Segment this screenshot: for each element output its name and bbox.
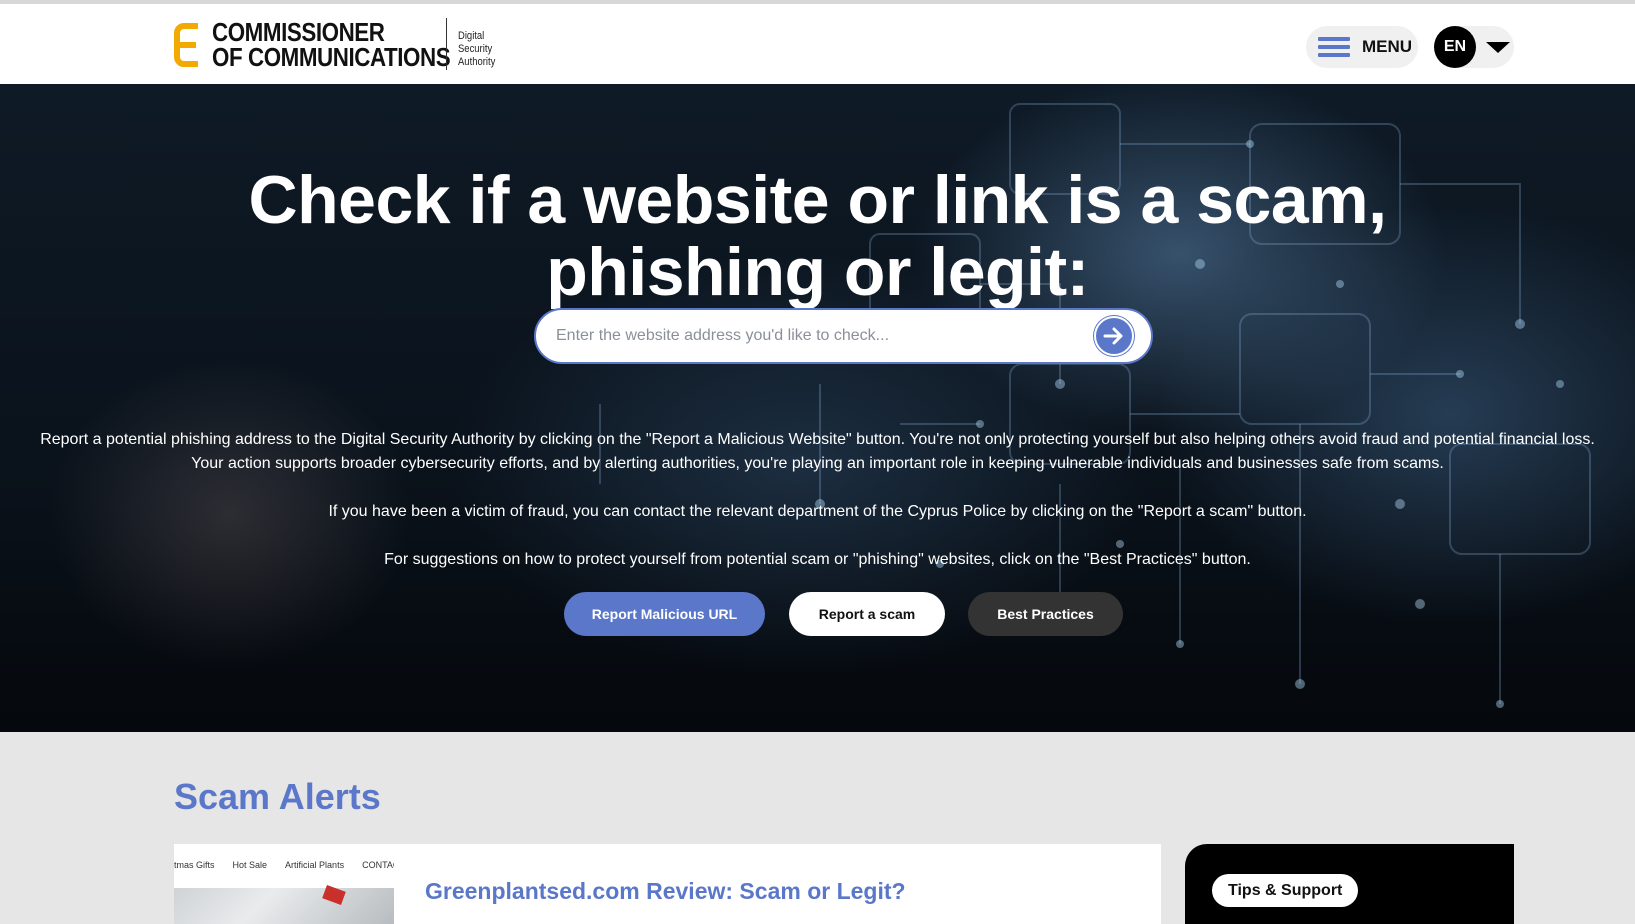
hero-title-line-2: phishing or legit: (546, 234, 1089, 310)
scam-alert-card[interactable]: tmas Gifts Hot Sale Artificial Plants CO… (174, 844, 1161, 924)
logo-sub-3: Authority (458, 56, 496, 68)
site-logo[interactable]: COMMISSIONER OF COMMUNICATIONS (174, 19, 489, 72)
menu-label: MENU (1362, 37, 1413, 56)
thumb-nav-item: Artificial Plants (285, 860, 345, 870)
hero-title-line-1: Check if a website or link is a scam, (248, 162, 1388, 238)
thumb-nav-item: CONTACT (362, 860, 394, 870)
report-paragraph: Report a potential phishing address to t… (0, 428, 1635, 476)
thumbnail-image (174, 888, 394, 924)
logo-sub-1: Digital (458, 30, 485, 42)
thumbnail-nav: tmas Gifts Hot Sale Artificial Plants CO… (174, 860, 394, 870)
menu-button[interactable]: MENU (1306, 26, 1418, 68)
submit-arrow-button[interactable] (1094, 316, 1134, 356)
logo-divider (446, 18, 447, 70)
hero-title: Check if a website or link is a scam, ph… (0, 164, 1635, 308)
report-paragraph-line-2: Your action supports broader cybersecuri… (191, 455, 1444, 472)
arrow-right-icon (1103, 327, 1123, 345)
language-code: EN (1434, 26, 1476, 68)
alert-thumbnail: tmas Gifts Hot Sale Artificial Plants CO… (174, 844, 394, 924)
thumb-nav-item: tmas Gifts (174, 860, 215, 870)
tips-support-card: Tips & Support (1185, 844, 1514, 924)
language-selector[interactable]: EN (1434, 26, 1514, 68)
thumb-nav-item: Hot Sale (232, 860, 268, 870)
logo-subtitle: Digital Security Authority (458, 30, 495, 69)
report-malicious-url-button[interactable]: Report Malicious URL (564, 592, 765, 636)
report-paragraph-line-1: Report a potential phishing address to t… (40, 431, 1595, 448)
url-search-box (534, 308, 1153, 364)
hamburger-icon (1318, 37, 1350, 57)
police-paragraph: If you have been a victim of fraud, you … (328, 503, 1307, 520)
report-scam-button[interactable]: Report a scam (789, 592, 945, 636)
best-practices-paragraph: For suggestions on how to protect yourse… (384, 551, 1251, 568)
caret-down-icon (1486, 42, 1510, 53)
hero-section: Check if a website or link is a scam, ph… (0, 84, 1635, 732)
alert-card-title[interactable]: Greenplantsed.com Review: Scam or Legit? (425, 878, 906, 905)
url-search-input[interactable] (556, 310, 1076, 362)
logo-sub-2: Security (458, 43, 493, 55)
logo-line-2: OF COMMUNICATIONS (212, 42, 451, 72)
best-practices-button[interactable]: Best Practices (968, 592, 1123, 636)
tips-support-pill[interactable]: Tips & Support (1212, 874, 1359, 907)
logo-mark-icon (174, 22, 202, 68)
logo-wordmark: COMMISSIONER OF COMMUNICATIONS (212, 19, 451, 72)
site-header: COMMISSIONER OF COMMUNICATIONS Digital S… (0, 4, 1635, 84)
scam-alerts-title: Scam Alerts (174, 776, 381, 817)
